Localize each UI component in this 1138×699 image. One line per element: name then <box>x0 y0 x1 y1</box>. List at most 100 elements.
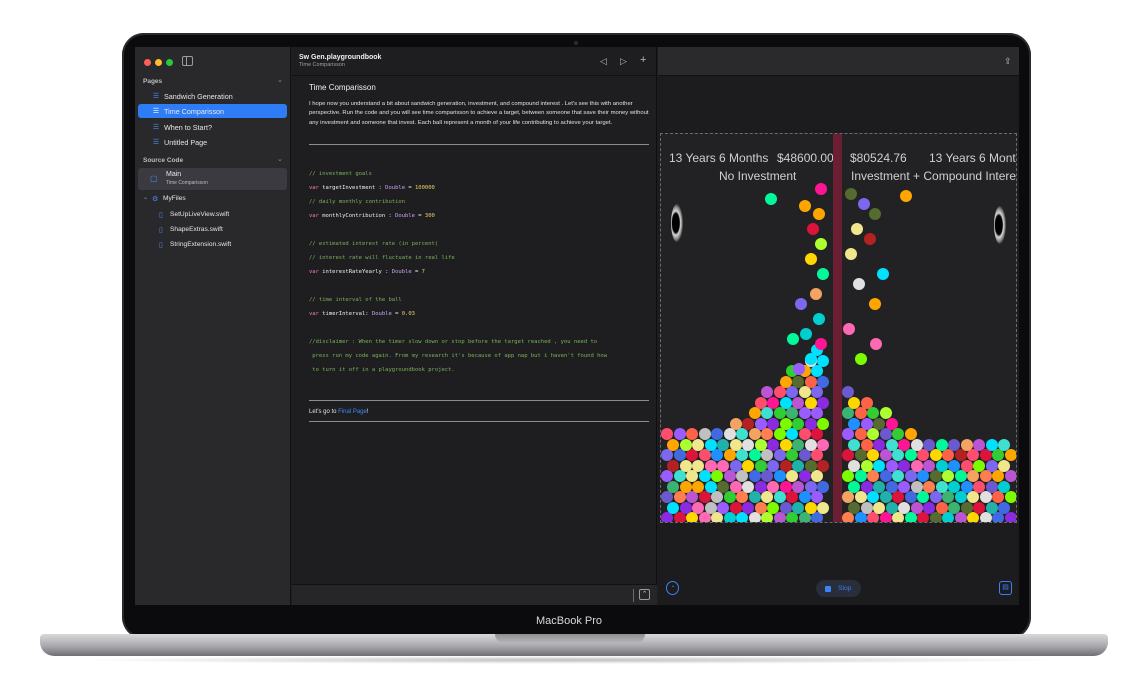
divider <box>309 421 649 422</box>
ball <box>792 501 804 514</box>
ball <box>795 298 807 310</box>
document-icon[interactable]: ▤ <box>999 581 1012 595</box>
ball <box>848 480 860 493</box>
ball <box>885 438 898 451</box>
ball <box>860 438 873 451</box>
minimize-button[interactable] <box>155 59 162 66</box>
stop-button[interactable]: Stop <box>816 580 861 597</box>
ball <box>798 428 811 440</box>
ball <box>698 491 711 503</box>
ball <box>817 459 829 472</box>
ball <box>998 501 1010 514</box>
file-label: StringExtension.swift <box>170 241 232 248</box>
ball <box>842 407 854 419</box>
ball <box>960 480 973 493</box>
document-subtitle: Time Comparisson <box>299 62 345 68</box>
page-item-sandwich-generation[interactable]: ☰ Sandwich Generation <box>138 89 287 103</box>
myfiles-folder[interactable]: ⌄ ⚙ MyFiles <box>135 193 291 206</box>
ball <box>811 365 823 377</box>
page-item-label: Sandwich Generation <box>164 91 233 101</box>
ball <box>742 459 754 472</box>
ball <box>985 459 998 472</box>
ball <box>779 417 792 430</box>
chevron-down-icon[interactable]: ⌄ <box>277 155 283 163</box>
right-amount-label: $80524.76 <box>850 151 907 165</box>
code-block[interactable]: // investment goals var targetInvestment… <box>309 167 607 377</box>
ball <box>954 449 967 461</box>
ball <box>879 407 892 419</box>
code-comment: to turn it off in a playgroundbook proje… <box>309 367 455 373</box>
ball <box>761 512 773 522</box>
source-main-item[interactable]: ▢ Main Time Comparisson <box>138 168 287 190</box>
page-item-when-to-start[interactable]: ☰ When to Start? <box>138 120 287 134</box>
divider <box>309 400 649 401</box>
file-item[interactable]: ▯ SetUpLiveView.swift <box>135 209 291 222</box>
ball <box>998 480 1010 493</box>
share-icon[interactable]: ⇪ <box>1004 56 1012 67</box>
ball <box>767 417 779 430</box>
ball <box>917 449 929 461</box>
ball <box>892 428 904 440</box>
ball <box>967 470 979 482</box>
ball <box>1004 491 1016 503</box>
ball <box>779 396 792 409</box>
page-item-time-comparisson[interactable]: ☰ Time Comparisson <box>138 104 287 118</box>
previous-page-icon[interactable]: ◁ <box>600 56 607 67</box>
ball <box>786 407 798 419</box>
ball <box>845 188 857 200</box>
file-item[interactable]: ▯ ShapeExtras.swift <box>135 224 291 237</box>
right-time-label: 13 Years 6 Months <box>929 151 1016 165</box>
page-item-label: Untitled Page <box>164 137 208 147</box>
file-item[interactable]: ▯ StringExtension.swift <box>135 239 291 252</box>
laptop-shadow <box>70 656 1070 664</box>
ball <box>798 512 811 522</box>
ball <box>858 198 870 210</box>
ball <box>817 354 829 367</box>
ball <box>779 375 792 388</box>
ball <box>779 501 792 514</box>
page-item-untitled[interactable]: ☰ Untitled Page <box>138 135 287 149</box>
ball <box>673 512 686 522</box>
ball <box>807 223 819 235</box>
speed-icon[interactable]: ◔ <box>666 581 679 595</box>
next-page-text: Let's go to Final Page! <box>309 409 369 415</box>
ball <box>910 501 923 514</box>
sidebar-toggle-icon[interactable] <box>182 56 193 66</box>
ball <box>704 480 717 493</box>
editor-pane: Sw Gen.playgroundbook Time Comparisson ◁… <box>292 47 657 605</box>
add-icon[interactable]: + <box>640 54 646 66</box>
file-label: SetUpLiveView.swift <box>170 211 230 218</box>
ball <box>742 480 754 493</box>
final-page-link[interactable]: Final Page <box>338 409 367 415</box>
ball <box>854 512 867 522</box>
ball <box>900 190 912 202</box>
ball <box>855 353 867 365</box>
ball <box>929 470 942 482</box>
pages-header: Pages <box>143 78 163 85</box>
next-page-icon[interactable]: ▷ <box>620 56 627 67</box>
stop-icon <box>825 585 831 592</box>
ball <box>673 491 686 503</box>
zoom-button[interactable] <box>166 59 173 66</box>
ball <box>854 428 867 440</box>
code-punct: : <box>385 213 396 219</box>
ball <box>748 470 761 482</box>
ball <box>686 512 698 522</box>
ball <box>667 501 679 514</box>
ball <box>804 396 817 409</box>
ball <box>929 512 942 522</box>
chevron-down-icon[interactable]: ⌄ <box>277 76 283 84</box>
close-button[interactable] <box>144 59 151 66</box>
ball <box>813 313 825 325</box>
expand-icon[interactable]: ⌃ <box>639 589 650 600</box>
ball <box>923 459 935 472</box>
ball <box>673 428 686 440</box>
ball <box>898 459 910 472</box>
ball <box>898 438 910 451</box>
ball <box>892 512 904 522</box>
ball <box>787 333 799 345</box>
ball <box>1004 449 1016 461</box>
ball <box>935 459 948 472</box>
ball <box>811 491 823 503</box>
ball <box>923 480 935 493</box>
